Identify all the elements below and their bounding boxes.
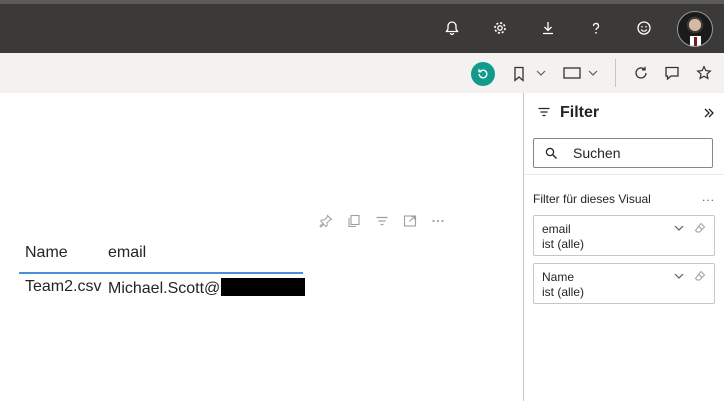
- comment-button[interactable]: [663, 64, 681, 82]
- filter-card-field: email: [542, 222, 571, 236]
- section-label-visual-filters: Filter für dieses Visual: [533, 192, 651, 206]
- toolbar-divider: [615, 59, 616, 87]
- filter-card-state: ist (alle): [542, 237, 585, 251]
- pane-divider: [524, 174, 724, 175]
- search-icon: [545, 147, 558, 165]
- filter-pane: Filter Suchen Filter für dieses Visual .…: [523, 93, 724, 401]
- filter-card-state: ist (alle): [542, 285, 585, 299]
- gear-icon[interactable]: [489, 17, 511, 39]
- eraser-icon[interactable]: [693, 221, 707, 235]
- view-icon: [563, 67, 581, 79]
- comment-icon: [665, 66, 679, 81]
- more-options-icon[interactable]: [428, 213, 448, 229]
- focus-mode-icon[interactable]: [400, 213, 420, 229]
- cell-name: Team2.csv: [25, 278, 102, 295]
- view-dropdown[interactable]: [587, 67, 599, 79]
- smiley-icon[interactable]: [633, 17, 655, 39]
- view-button[interactable]: [562, 66, 582, 80]
- download-icon[interactable]: [537, 17, 559, 39]
- bell-icon[interactable]: [441, 17, 463, 39]
- bookmark-dropdown[interactable]: [535, 67, 547, 79]
- cell-email-text: Michael.Scott@: [108, 280, 221, 297]
- filter-icon[interactable]: [372, 213, 392, 229]
- visual-header: [316, 213, 448, 229]
- copy-icon[interactable]: [344, 213, 364, 229]
- pin-icon[interactable]: [316, 213, 336, 229]
- filter-card-field: Name: [542, 270, 575, 284]
- cell-email: Michael.Scott@: [108, 278, 306, 298]
- filter-pane-title: Filter: [560, 104, 600, 121]
- reset-icon: [478, 69, 488, 79]
- favorite-button[interactable]: [695, 64, 713, 82]
- table-header-row: Name email: [19, 240, 303, 274]
- report-toolbar: [0, 53, 724, 93]
- column-header-name[interactable]: Name: [25, 244, 68, 262]
- table-row: Team2.csv Michael.Scott@: [19, 274, 306, 306]
- refresh-button[interactable]: [632, 64, 650, 82]
- chevron-down-icon[interactable]: [672, 221, 686, 235]
- column-header-email[interactable]: email: [108, 244, 146, 262]
- table-visual[interactable]: Name email Team2.csv Michael.Scott@: [19, 240, 306, 306]
- reset-button[interactable]: [471, 62, 495, 86]
- top-app-bar: [0, 0, 724, 53]
- user-avatar[interactable]: [677, 11, 713, 47]
- bookmark-icon: [514, 66, 524, 82]
- chevron-down-icon[interactable]: [672, 269, 686, 283]
- collapse-pane-icon[interactable]: [703, 106, 715, 124]
- star-icon: [696, 65, 712, 80]
- refresh-icon: [635, 66, 647, 79]
- section-more-button[interactable]: ...: [702, 190, 715, 204]
- chevron-down-icon: [588, 70, 598, 76]
- redacted-block: [221, 278, 306, 296]
- filter-card-name[interactable]: Name ist (alle): [533, 263, 715, 304]
- chevron-down-icon: [536, 70, 546, 76]
- help-icon[interactable]: [585, 17, 607, 39]
- filter-search-field[interactable]: Suchen: [533, 138, 713, 168]
- eraser-icon[interactable]: [693, 269, 707, 283]
- filter-card-email[interactable]: email ist (alle): [533, 215, 715, 256]
- search-placeholder: Suchen: [573, 145, 621, 161]
- bookmark-button[interactable]: [511, 65, 527, 83]
- filter-icon: [537, 105, 551, 124]
- avatar-tie: [694, 37, 697, 46]
